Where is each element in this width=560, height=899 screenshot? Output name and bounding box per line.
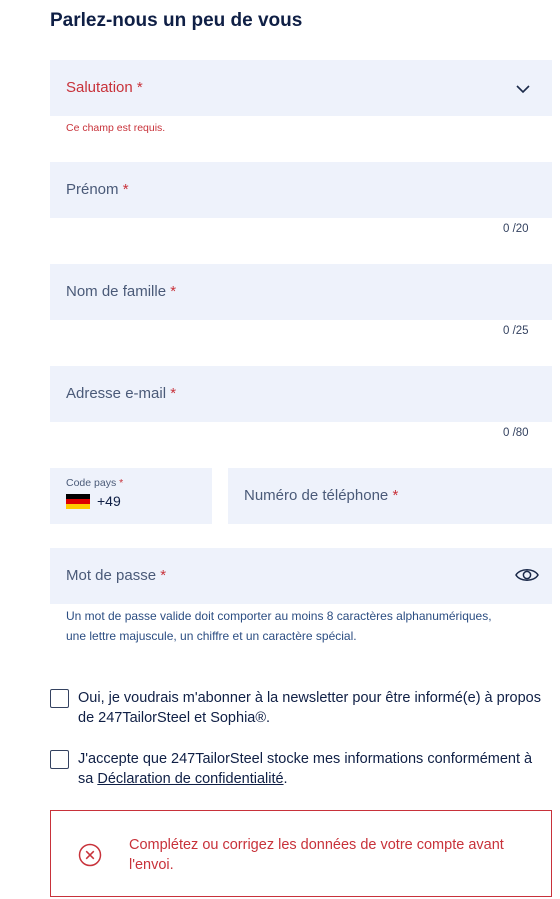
salutation-label: Salutation * xyxy=(66,79,143,96)
password-field[interactable]: Mot de passe * xyxy=(50,548,552,604)
country-code-select[interactable]: Code pays * +49 xyxy=(50,468,212,524)
email-label: Adresse e-mail * xyxy=(66,385,177,402)
first-name-label: Prénom * xyxy=(66,181,129,198)
privacy-policy-link[interactable]: Déclaration de confidentialité xyxy=(97,771,283,787)
password-hint: Un mot de passe valide doit comporter au… xyxy=(66,609,492,643)
newsletter-row: Oui, je voudrais m'abonner à la newslett… xyxy=(50,688,550,728)
eye-icon[interactable] xyxy=(514,565,540,585)
newsletter-checkbox[interactable] xyxy=(50,689,69,708)
germany-flag-icon xyxy=(66,494,90,509)
privacy-label: J'accepte que 247TailorSteel stocke mes … xyxy=(78,751,533,787)
privacy-checkbox[interactable] xyxy=(50,750,69,769)
last-name-label: Nom de famille * xyxy=(66,283,177,300)
page-title: Parlez-nous un peu de vous xyxy=(50,10,303,31)
country-dial-code: +49 xyxy=(97,493,121,509)
salutation-error: Ce champ est requis. xyxy=(66,122,166,134)
error-alert: Complétez ou corrigez les données de vot… xyxy=(50,810,552,897)
email-counter: 0 /80 xyxy=(503,427,529,439)
first-name-field[interactable]: Prénom * xyxy=(50,162,552,218)
newsletter-label: Oui, je voudrais m'abonner à la newslett… xyxy=(78,690,541,726)
error-alert-message: Complétez ou corrigez les données de vot… xyxy=(129,837,504,873)
phone-label: Numéro de téléphone * xyxy=(244,487,399,504)
password-label: Mot de passe * xyxy=(66,567,167,584)
salutation-select[interactable]: Salutation * xyxy=(50,60,552,116)
phone-field[interactable]: Numéro de téléphone * xyxy=(228,468,552,524)
country-code-label: Code pays * xyxy=(66,477,124,489)
email-field[interactable]: Adresse e-mail * xyxy=(50,366,552,422)
last-name-counter: 0 /25 xyxy=(503,325,529,337)
chevron-down-icon xyxy=(516,85,530,94)
first-name-counter: 0 /20 xyxy=(503,223,529,235)
privacy-row: J'accepte que 247TailorSteel stocke mes … xyxy=(50,749,550,789)
last-name-field[interactable]: Nom de famille * xyxy=(50,264,552,320)
error-circle-icon xyxy=(78,843,102,867)
